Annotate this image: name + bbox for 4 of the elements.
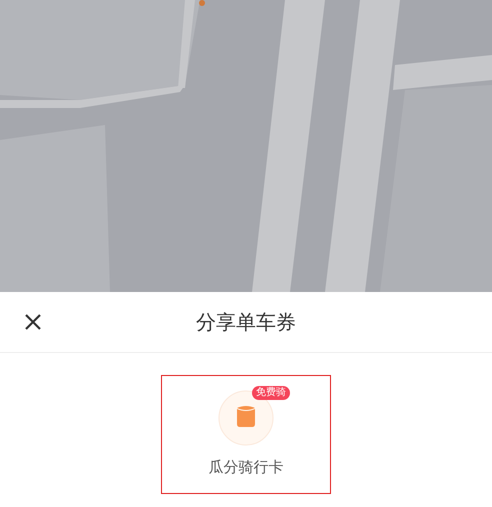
close-icon[interactable] bbox=[24, 313, 42, 331]
free-ride-badge: 免费骑 bbox=[252, 386, 290, 400]
sheet-title: 分享单车券 bbox=[196, 308, 296, 336]
share-option[interactable]: 免费骑 瓜分骑行卡 bbox=[161, 375, 331, 494]
